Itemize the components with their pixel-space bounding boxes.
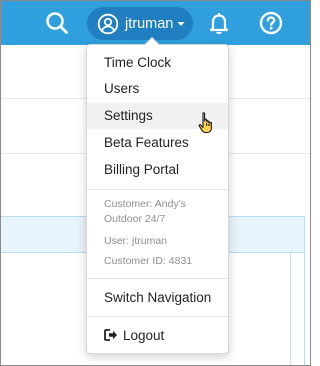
search-icon[interactable] (43, 9, 71, 37)
customer-id-info: Customer ID: 4831 (104, 255, 193, 267)
menu-divider (87, 189, 228, 190)
bell-icon[interactable] (205, 9, 233, 37)
menu-item-billing-portal[interactable]: Billing Portal (87, 157, 228, 183)
sign-out-icon (104, 329, 118, 341)
menu-item-users[interactable]: Users (87, 76, 228, 102)
menu-divider (87, 316, 228, 317)
hand-pointer-icon (197, 111, 217, 135)
username-label: jtruman (125, 15, 174, 32)
logout-label: Logout (123, 328, 165, 343)
menu-divider (87, 278, 228, 279)
caret-down-icon (177, 20, 185, 28)
user-info: User: jtruman (104, 235, 168, 247)
menu-item-logout[interactable]: Logout (87, 323, 228, 349)
question-circle-icon[interactable] (257, 9, 285, 37)
user-menu-button[interactable]: jtruman (87, 7, 193, 40)
menu-item-time-clock[interactable]: Time Clock (87, 50, 228, 76)
menu-item-switch-navigation[interactable]: Switch Navigation (87, 285, 228, 311)
user-dropdown-menu: Time Clock Users Settings Beta Features … (86, 36, 229, 354)
app-window: jtruman Time Clock Users Settings Beta F… (0, 0, 311, 366)
top-navigation-bar: jtruman (1, 1, 310, 45)
user-circle-icon (97, 13, 119, 35)
customer-info: Customer: Andy's Outdoor 24/7 (104, 198, 186, 225)
